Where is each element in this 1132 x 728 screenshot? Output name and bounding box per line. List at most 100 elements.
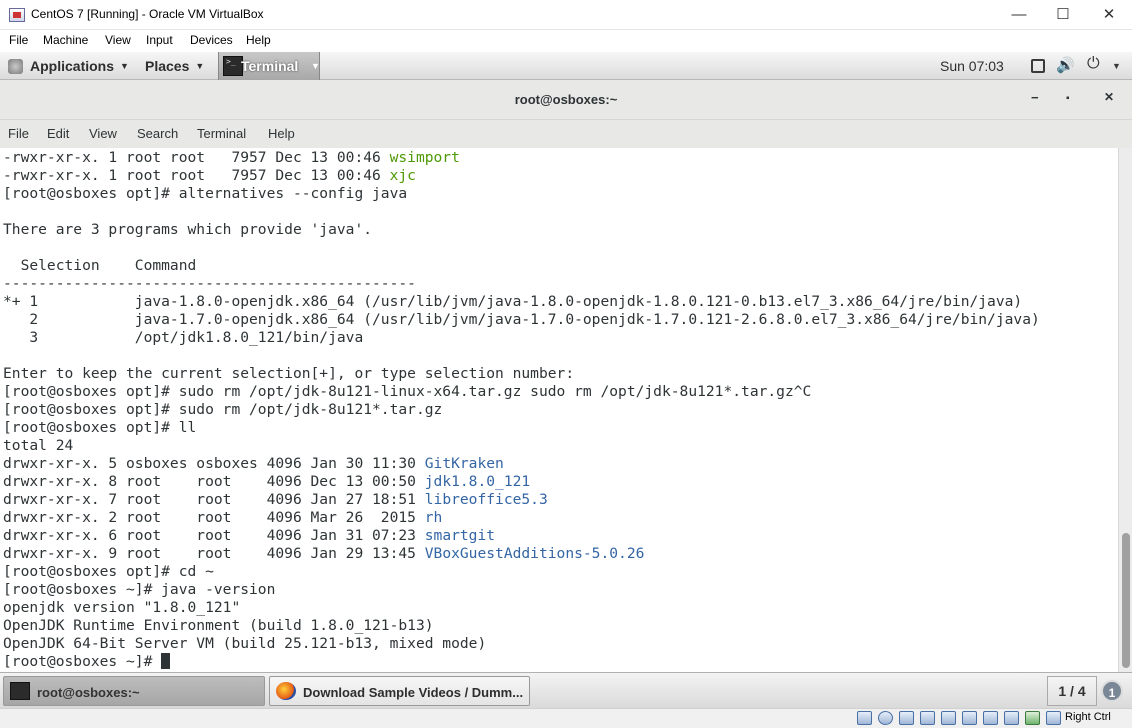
- terminal-icon: [10, 682, 30, 700]
- maximize-button[interactable]: ☐: [1040, 0, 1086, 30]
- applications-icon: [8, 59, 23, 74]
- terminal-line: drwxr-xr-x. 2 root root 4096 Mar 26 2015…: [3, 509, 1040, 527]
- terminal-menu-file[interactable]: File: [8, 126, 29, 141]
- gnome-top-bar: Applications ▼ Places ▼ >_ Terminal ▼ Sun …: [0, 52, 1132, 80]
- terminal-minimize-button[interactable]: −: [1031, 90, 1039, 105]
- terminal-line-text: ----------------------------------------…: [3, 275, 416, 292]
- cpu-icon[interactable]: [1025, 711, 1040, 725]
- terminal-line-text: Enter to keep the current selection[+], …: [3, 365, 575, 382]
- terminal-close-button[interactable]: ✕: [1104, 90, 1114, 104]
- terminal-menu-search[interactable]: Search: [137, 126, 178, 141]
- screen-icon[interactable]: [1031, 59, 1045, 73]
- terminal-line: There are 3 programs which provide 'java…: [3, 221, 1040, 239]
- terminal-line-text: *+ 1 java-1.8.0-openjdk.x86_64 (/usr/lib…: [3, 293, 1023, 310]
- power-icon[interactable]: ⏻: [1087, 55, 1100, 73]
- display-icon[interactable]: [983, 711, 998, 725]
- terminal-line-highlight: rh: [424, 509, 443, 526]
- terminal-line: *+ 1 java-1.8.0-openjdk.x86_64 (/usr/lib…: [3, 293, 1040, 311]
- terminal-line-text: -rwxr-xr-x. 1 root root 7957 Dec 13 00:4…: [3, 167, 390, 184]
- terminal-menu-view[interactable]: View: [89, 126, 117, 141]
- video-capture-icon[interactable]: [1004, 711, 1019, 725]
- window-title: CentOS 7 [Running] - Oracle VM VirtualBo…: [31, 7, 264, 21]
- terminal-line: drwxr-xr-x. 5 osboxes osboxes 4096 Jan 3…: [3, 455, 1040, 473]
- terminal-line-text: [root@osboxes ~]# java -version: [3, 581, 276, 598]
- scrollbar-thumb[interactable]: [1122, 533, 1130, 668]
- terminal-maximize-button[interactable]: ▪: [1066, 93, 1070, 104]
- terminal-menu-bar: File Edit View Search Terminal Help: [0, 120, 1132, 148]
- places-menu[interactable]: Places ▼: [145, 58, 204, 74]
- system-menu-caret[interactable]: ▼: [1112, 61, 1121, 71]
- terminal-line-highlight: jdk1.8.0_121: [424, 473, 531, 490]
- places-label: Places: [145, 58, 190, 74]
- vbox-menu-machine[interactable]: Machine: [43, 33, 88, 47]
- terminal-app-menu[interactable]: >_ Terminal ▼: [218, 52, 320, 80]
- terminal-line-text: [root@osboxes opt]# sudo rm /opt/jdk-8u1…: [3, 401, 443, 418]
- terminal-line: [root@osboxes ~]#: [3, 653, 1040, 671]
- terminal-line: total 24: [3, 437, 1040, 455]
- network-icon[interactable]: [920, 711, 935, 725]
- taskbar-firefox-window[interactable]: Download Sample Videos / Dumm...: [269, 676, 530, 706]
- terminal-cursor: [161, 653, 171, 669]
- terminal-scrollbar[interactable]: [1118, 148, 1132, 672]
- terminal-line: [root@osboxes ~]# java -version: [3, 581, 1040, 599]
- terminal-line-highlight: wsimport: [389, 149, 460, 166]
- volume-icon[interactable]: 🔊: [1056, 56, 1075, 74]
- vbox-menu-help[interactable]: Help: [246, 33, 271, 47]
- close-button[interactable]: ✕: [1086, 0, 1132, 30]
- mouse-integration-icon[interactable]: [1046, 711, 1061, 725]
- terminal-menu-terminal[interactable]: Terminal: [197, 126, 246, 141]
- audio-icon[interactable]: [899, 711, 914, 725]
- gnome-bottom-panel: root@osboxes:~ Download Sample Videos / …: [0, 672, 1132, 708]
- terminal-line: drwxr-xr-x. 8 root root 4096 Dec 13 00:5…: [3, 473, 1040, 491]
- terminal-line: 2 java-1.7.0-openjdk.x86_64 (/usr/lib/jv…: [3, 311, 1039, 329]
- terminal-line-text: drwxr-xr-x. 6 root root 4096 Jan 31 07:2…: [3, 527, 425, 544]
- vbox-menu-bar: File Machine View Input Devices Help: [0, 30, 1132, 52]
- terminal-line-text: OpenJDK 64-Bit Server VM (build 25.121-b…: [3, 635, 487, 652]
- hard-disk-icon[interactable]: [857, 711, 872, 725]
- terminal-line-highlight: smartgit: [424, 527, 496, 544]
- terminal-line-text: drwxr-xr-x. 9 root root 4096 Jan 29 13:4…: [3, 545, 425, 562]
- terminal-line: drwxr-xr-x. 9 root root 4096 Jan 29 13:4…: [3, 545, 1040, 563]
- vbox-menu-file[interactable]: File: [9, 33, 28, 47]
- terminal-line-text: openjdk version "1.8.0_121": [3, 599, 241, 616]
- vbox-status-bar: Right Ctrl: [0, 708, 1132, 728]
- terminal-line: 3 /opt/jdk1.8.0_121/bin/java: [3, 329, 1040, 347]
- terminal-line: -rwxr-xr-x. 1 root root 7957 Dec 13 00:4…: [3, 167, 1040, 185]
- terminal-line-text: [root@osboxes opt]# alternatives --confi…: [3, 185, 408, 202]
- terminal-line: OpenJDK 64-Bit Server VM (build 25.121-b…: [3, 635, 1040, 653]
- terminal-line-highlight: xjc: [389, 167, 416, 184]
- terminal-line: openjdk version "1.8.0_121": [3, 599, 1040, 617]
- usb-icon[interactable]: [941, 711, 956, 725]
- terminal-line-text: -rwxr-xr-x. 1 root root 7957 Dec 13 00:4…: [3, 149, 390, 166]
- terminal-menu-edit[interactable]: Edit: [47, 126, 69, 141]
- applications-menu[interactable]: Applications ▼: [30, 58, 129, 74]
- host-key-label[interactable]: Right Ctrl: [1065, 711, 1111, 723]
- workspace-indicator[interactable]: 1 / 4: [1047, 676, 1097, 706]
- notification-badge[interactable]: 1: [1101, 680, 1123, 702]
- terminal-line-text: [root@osboxes opt]# sudo rm /opt/jdk-8u1…: [3, 383, 812, 400]
- terminal-line-text: 3 /opt/jdk1.8.0_121/bin/java: [3, 329, 364, 346]
- terminal-output[interactable]: -rwxr-xr-x. 1 root root 7957 Dec 13 00:4…: [0, 148, 1118, 672]
- terminal-line: OpenJDK Runtime Environment (build 1.8.0…: [3, 617, 1040, 635]
- terminal-line: [root@osboxes opt]# sudo rm /opt/jdk-8u1…: [3, 383, 1040, 401]
- shared-folders-icon[interactable]: [962, 711, 977, 725]
- terminal-line-text: [root@osboxes opt]# cd ~: [3, 563, 214, 580]
- chevron-down-icon: ▼: [120, 61, 129, 71]
- terminal-line: [root@osboxes opt]# sudo rm /opt/jdk-8u1…: [3, 401, 1040, 419]
- terminal-menu-help[interactable]: Help: [268, 126, 295, 141]
- terminal-line-text: Selection Command: [3, 257, 197, 274]
- minimize-button[interactable]: —: [996, 0, 1042, 30]
- vbox-menu-devices[interactable]: Devices: [190, 33, 233, 47]
- terminal-line-highlight: VBoxGuestAdditions-5.0.26: [424, 545, 645, 562]
- taskbar-terminal-window[interactable]: root@osboxes:~: [3, 676, 265, 706]
- vbox-menu-input[interactable]: Input: [146, 33, 173, 47]
- taskbar-terminal-label: root@osboxes:~: [37, 685, 140, 700]
- terminal-line-text: [root@osboxes opt]# ll: [3, 419, 197, 436]
- clock[interactable]: Sun 07:03: [940, 58, 1004, 74]
- optical-drive-icon[interactable]: [878, 711, 893, 725]
- vbox-menu-view[interactable]: View: [105, 33, 131, 47]
- terminal-line-highlight: GitKraken: [424, 455, 504, 472]
- terminal-line-text: There are 3 programs which provide 'java…: [3, 221, 373, 238]
